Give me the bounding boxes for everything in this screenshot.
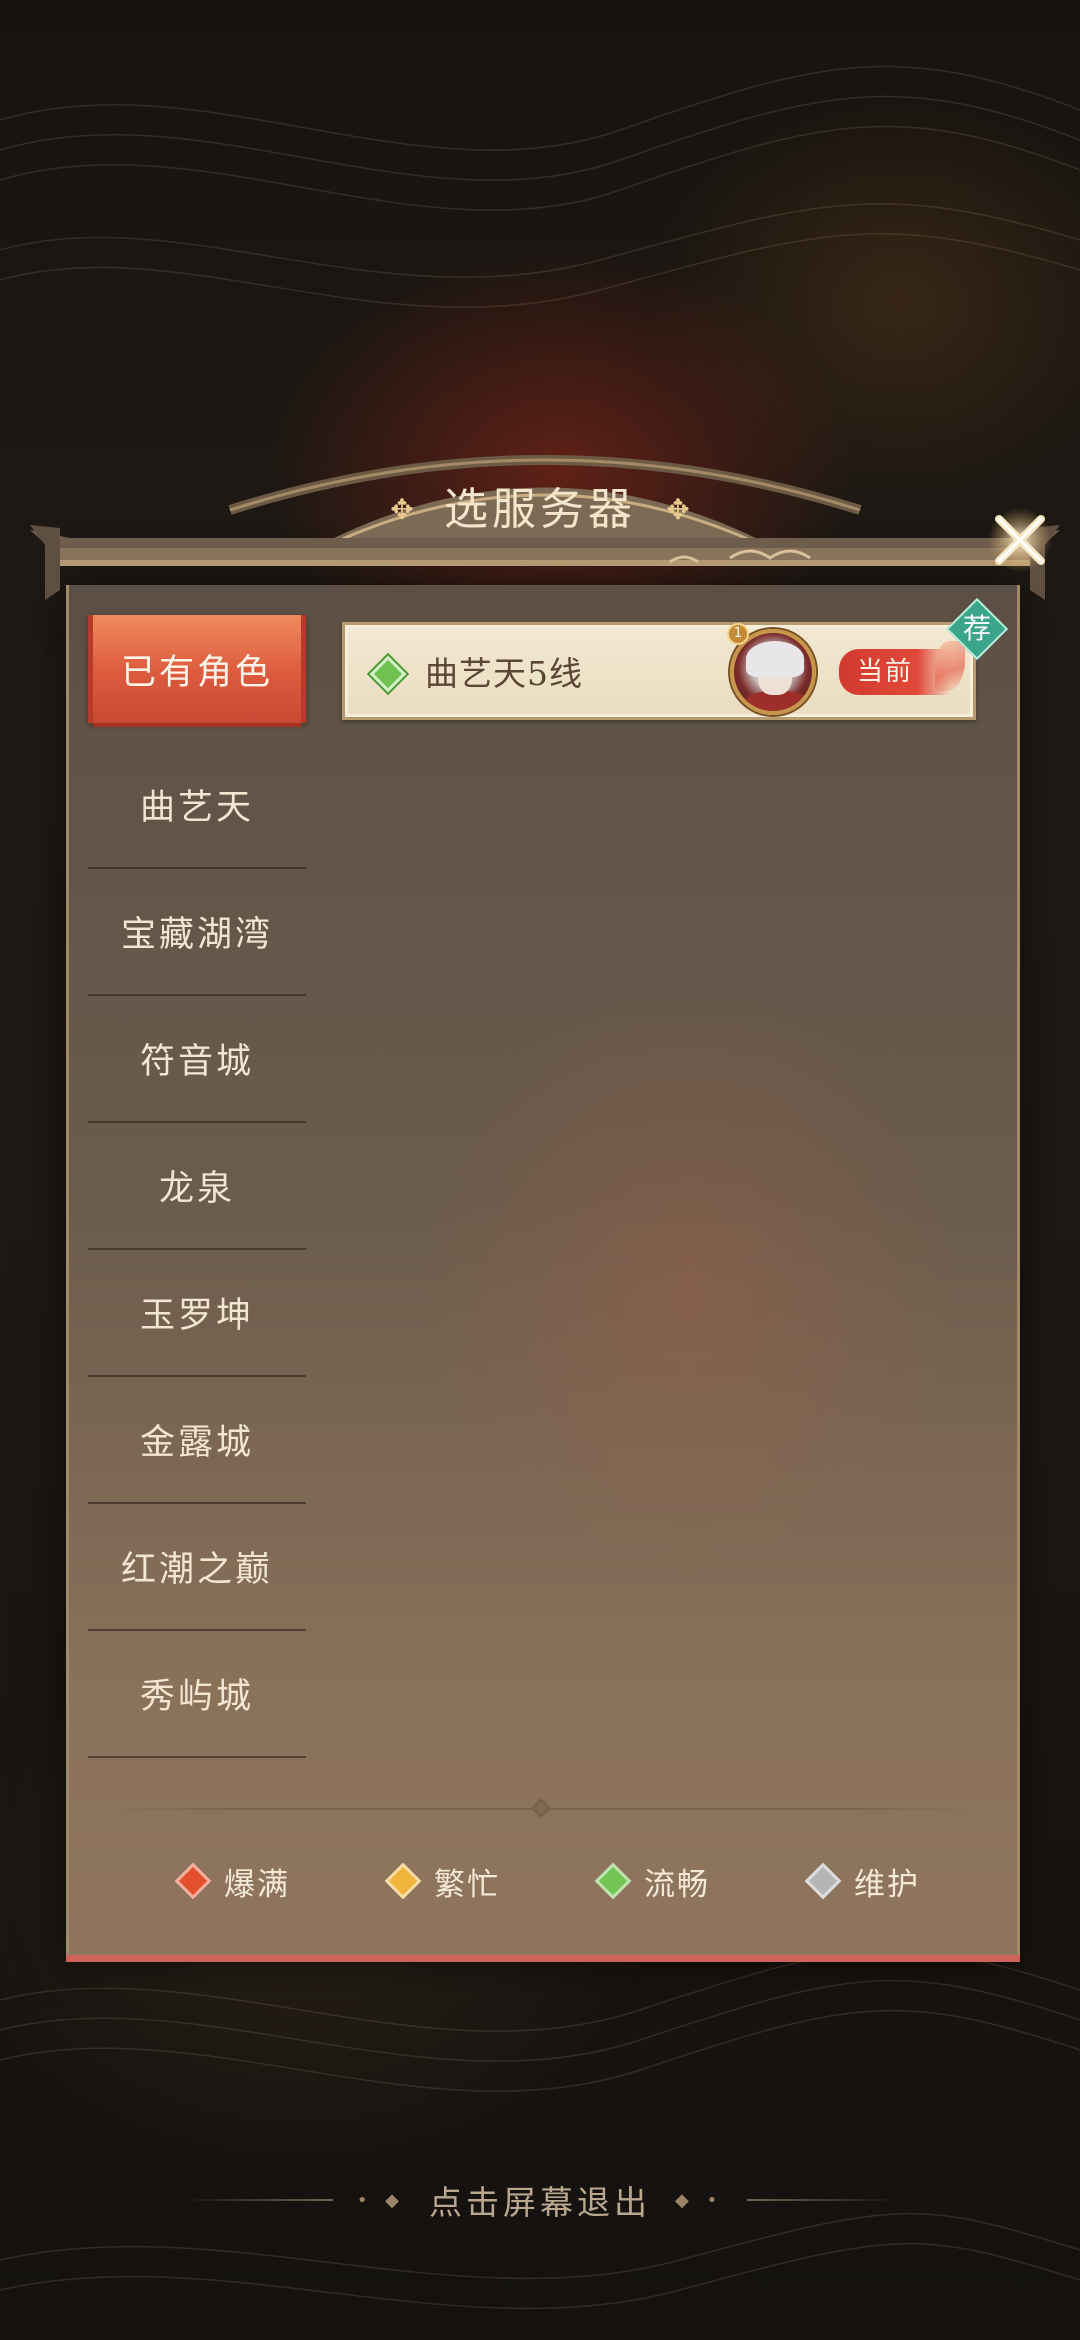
legend-label: 爆满 <box>224 1866 290 1903</box>
tab-red-tide-peak[interactable]: 红潮之巅 <box>88 1504 306 1631</box>
close-button[interactable] <box>980 500 1060 580</box>
status-maintenance-icon <box>804 1862 842 1900</box>
exit-dots-right-icon: ◆ • <box>675 2189 724 2211</box>
legend-item-smooth: 流畅 <box>594 1859 710 1904</box>
title-ornament-left-icon: ✥ <box>390 493 414 526</box>
server-status-indicator-icon <box>369 655 407 693</box>
exit-dots-left-icon: • ◆ <box>356 2189 405 2211</box>
tab-label: 玉罗坤 <box>139 1296 254 1336</box>
exit-hint-text: 点击屏幕退出 <box>429 2183 651 2222</box>
recommend-badge-label: 荐 <box>962 612 991 645</box>
tab-quyitian[interactable]: 曲艺天 <box>88 742 306 869</box>
exit-hint[interactable]: • ◆ 点击屏幕退出 ◆ • <box>0 2170 1080 2230</box>
tab-existing-characters[interactable]: 已有角色 <box>88 615 306 727</box>
status-full-icon <box>174 1862 212 1900</box>
status-legend: 爆满 繁忙 流畅 维护 <box>174 1856 920 1906</box>
tab-fuyin-city[interactable]: 符音城 <box>88 996 306 1123</box>
title-ornament-right-icon: ✥ <box>666 493 690 526</box>
region-sidebar: 已有角色 曲艺天 宝藏湖湾 符音城 龙泉 玉罗坤 金露城 红潮之巅 秀屿城 <box>88 615 306 1758</box>
legend-label: 繁忙 <box>434 1866 500 1903</box>
legend-item-full: 爆满 <box>174 1859 290 1904</box>
tab-xiuyu-city[interactable]: 秀屿城 <box>88 1631 306 1758</box>
tab-label: 红潮之巅 <box>120 1550 273 1590</box>
tab-label: 已有角色 <box>120 652 273 693</box>
tab-label: 秀屿城 <box>139 1677 254 1717</box>
legend-label: 维护 <box>854 1866 920 1903</box>
tab-label: 曲艺天 <box>139 788 254 828</box>
tab-label: 宝藏湖湾 <box>120 915 273 955</box>
exit-line-left <box>182 2199 333 2201</box>
tab-yuluokun[interactable]: 玉罗坤 <box>88 1250 306 1377</box>
tab-label: 龙泉 <box>158 1169 235 1209</box>
legend-label: 流畅 <box>644 1866 710 1903</box>
tab-jinlu-city[interactable]: 金露城 <box>88 1377 306 1504</box>
close-icon <box>988 508 1052 572</box>
status-smooth-icon <box>594 1862 632 1900</box>
legend-item-maintenance: 维护 <box>804 1859 920 1904</box>
page-title: 选服务器 <box>444 484 636 535</box>
status-busy-icon <box>384 1862 422 1900</box>
tab-treasure-bay[interactable]: 宝藏湖湾 <box>88 869 306 996</box>
server-name: 曲艺天5线 <box>425 654 583 693</box>
legend-item-busy: 繁忙 <box>384 1859 500 1904</box>
tab-longquan[interactable]: 龙泉 <box>88 1123 306 1250</box>
panel-bottom-accent <box>66 1955 1020 1962</box>
avatar-level-badge: 1 <box>727 623 749 645</box>
tab-label: 金露城 <box>139 1423 254 1463</box>
server-entry[interactable]: 曲艺天5线 1 当前 <box>342 622 976 720</box>
tab-label: 符音城 <box>139 1042 254 1082</box>
exit-line-right <box>747 2199 898 2201</box>
